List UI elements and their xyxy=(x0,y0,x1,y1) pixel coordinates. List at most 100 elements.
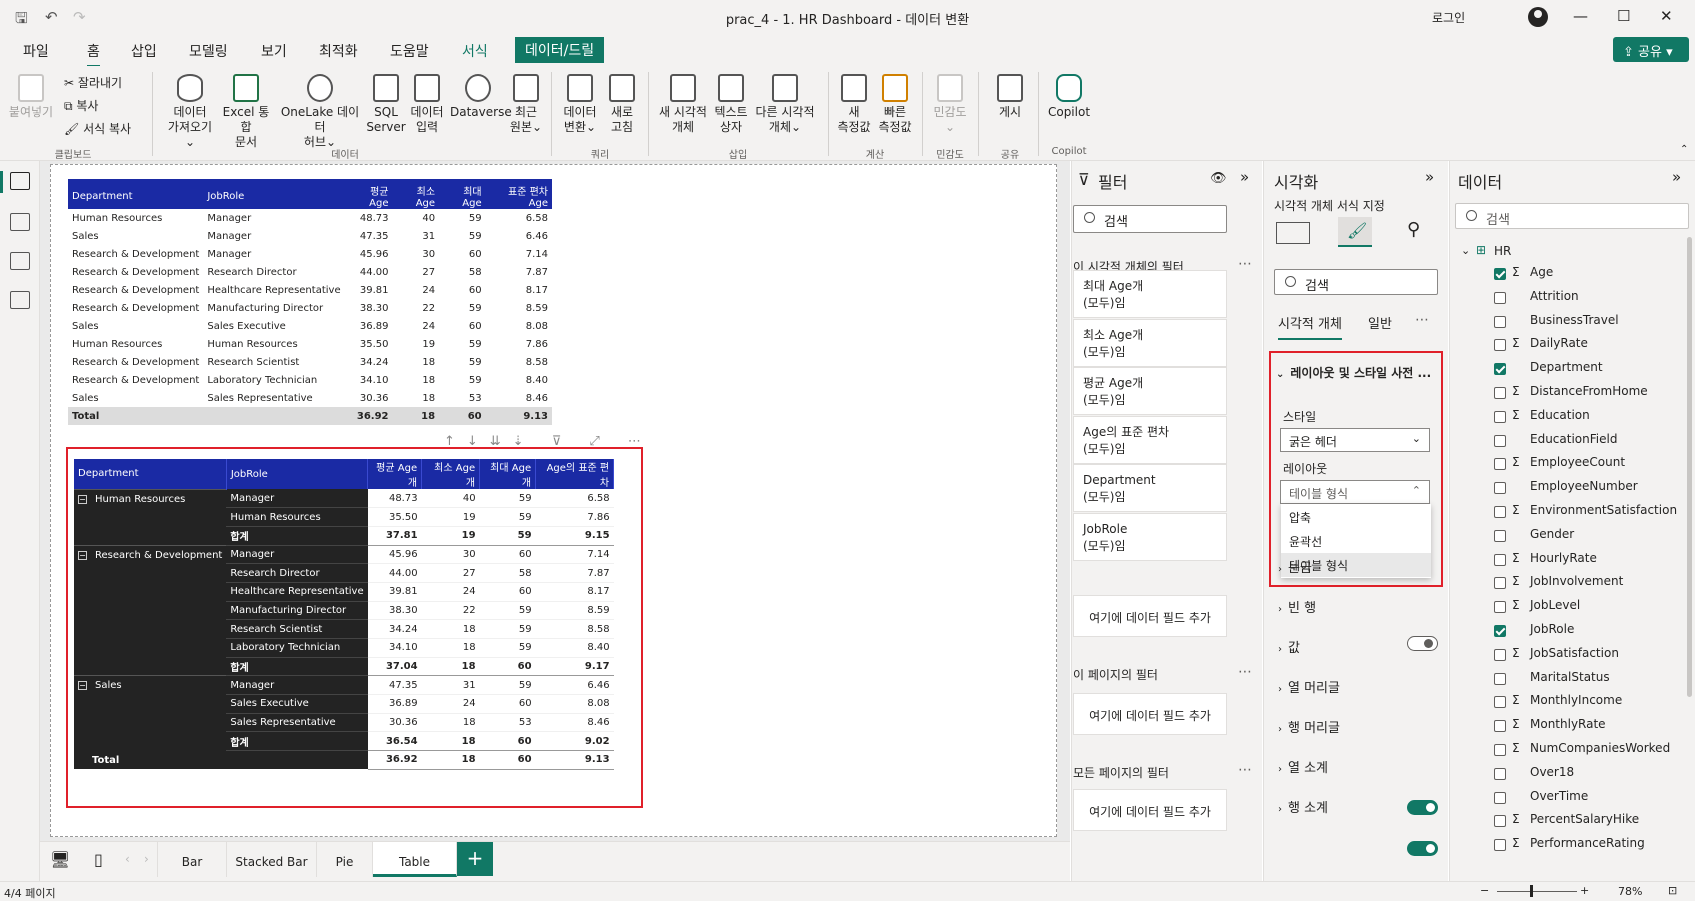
field-checkbox[interactable] xyxy=(1494,291,1506,304)
option-compact[interactable]: 압축 xyxy=(1281,505,1431,529)
field-checkbox[interactable] xyxy=(1494,506,1506,518)
collapse-icon[interactable]: − xyxy=(78,681,87,691)
page-tab-bar[interactable]: Bar xyxy=(157,842,227,877)
tab-format[interactable]: 서식 xyxy=(462,41,488,61)
layout-style-section[interactable]: ⌄ 레이아웃 및 스타일 사전 ... xyxy=(1276,364,1431,381)
row-group-header[interactable]: − Sales xyxy=(74,675,227,751)
column-header[interactable]: JobRole xyxy=(203,183,345,209)
more-visuals-button[interactable]: 다른 시각적 개체⌄ xyxy=(752,74,818,135)
add-page-filter-field[interactable]: 여기에 데이터 필드 추가 xyxy=(1073,693,1227,735)
format-section[interactable]: › 행 머리글 xyxy=(1278,717,1340,736)
maximize-icon[interactable]: ☐ xyxy=(1617,7,1630,25)
field-checkbox[interactable] xyxy=(1494,410,1506,423)
more-options-icon[interactable]: ⋯ xyxy=(1238,762,1252,778)
field-checkbox[interactable] xyxy=(1494,601,1506,614)
share-button[interactable]: ⇪ 공유 ▾ xyxy=(1613,37,1689,62)
format-section[interactable]: › 빈 행 xyxy=(1278,597,1316,616)
field-checkbox[interactable] xyxy=(1494,577,1506,590)
format-visual-icon[interactable]: 🖌 xyxy=(1338,217,1372,247)
paste-button[interactable]: 붙여넣기 xyxy=(8,74,54,120)
matrix-visual[interactable]: Department JobRole 평균 Age개 최소 Age개 최대 Age개 Ag… xyxy=(74,459,615,770)
tab-optimize[interactable]: 최적화 xyxy=(319,41,358,61)
collapse-filters-icon[interactable]: » xyxy=(1240,168,1249,186)
tab-modeling[interactable]: 모델링 xyxy=(189,41,228,61)
zoom-out-icon[interactable]: − xyxy=(1480,884,1489,897)
recent-sources-button[interactable]: 최근 원본⌄ xyxy=(506,74,546,135)
format-painter-button[interactable]: 🖌 서식 복사 xyxy=(64,120,131,137)
fit-page-icon[interactable]: ⊡ xyxy=(1668,884,1677,897)
format-section[interactable]: › 행 소계 xyxy=(1278,797,1328,816)
enter-data-button[interactable]: 데이터 입력 xyxy=(407,74,447,135)
minimize-icon[interactable]: — xyxy=(1573,7,1588,25)
collapse-icon[interactable]: − xyxy=(78,550,87,560)
field-checkbox[interactable] xyxy=(1494,648,1506,661)
add-visual-filter-field[interactable]: 여기에 데이터 필드 추가 xyxy=(1073,595,1227,637)
style-dropdown[interactable]: 굵은 헤더 ⌄ xyxy=(1280,428,1430,452)
quick-measure-button[interactable]: 빠른 측정값 xyxy=(875,74,915,135)
textbox-button[interactable]: 텍스트 상자 xyxy=(711,74,751,135)
collapse-icon[interactable]: − xyxy=(78,494,87,504)
login-link[interactable]: 로그인 xyxy=(1432,9,1465,26)
field-checkbox[interactable] xyxy=(1494,482,1506,495)
blank-rows-toggle[interactable] xyxy=(1407,636,1438,651)
column-header[interactable]: Age의 표준 편차 xyxy=(535,459,615,489)
filter-card[interactable]: 최대 Age개 (모두)임 xyxy=(1073,270,1227,318)
field-checkbox[interactable] xyxy=(1494,696,1506,709)
column-header[interactable]: 최소 Age개 xyxy=(421,459,481,489)
more-options-icon[interactable]: ⋯ xyxy=(1238,256,1252,272)
format-section[interactable]: › 열 소계 xyxy=(1278,757,1328,776)
get-data-button[interactable]: 데이터 가져오기⌄ xyxy=(165,74,215,150)
more-options-icon[interactable]: ⋯ xyxy=(1415,312,1429,328)
tab-home[interactable]: 홈 xyxy=(87,41,100,68)
collapse-viz-icon[interactable]: » xyxy=(1425,168,1434,186)
zoom-in-icon[interactable]: + xyxy=(1580,884,1589,897)
field-checkbox[interactable] xyxy=(1494,720,1506,733)
column-subtotals-toggle[interactable] xyxy=(1407,800,1438,815)
refresh-button[interactable]: 새로 고침 xyxy=(604,74,640,135)
filter-card[interactable]: Age의 표준 편차 (모두)임 xyxy=(1073,415,1227,464)
tab-file[interactable]: 파일 xyxy=(23,41,49,61)
column-header[interactable]: Department xyxy=(68,183,204,209)
column-header[interactable]: 최소 Age xyxy=(392,183,440,209)
field-checkbox[interactable] xyxy=(1494,315,1506,328)
tab-view[interactable]: 보기 xyxy=(261,41,287,61)
build-visual-icon[interactable] xyxy=(1276,222,1310,244)
zoom-slider[interactable] xyxy=(1497,891,1577,892)
filter-card[interactable]: JobRole (모두)임 xyxy=(1073,512,1227,561)
column-header[interactable]: Department xyxy=(74,459,227,489)
report-view-icon[interactable] xyxy=(10,172,30,190)
format-section[interactable]: › 값 xyxy=(1278,637,1300,656)
column-header[interactable]: 최대 Age xyxy=(439,183,486,209)
field-checkbox[interactable] xyxy=(1494,767,1506,780)
new-visual-button[interactable]: 새 시각적 개체 xyxy=(654,74,712,135)
field-checkbox[interactable] xyxy=(1494,625,1506,637)
prev-page-icon[interactable]: ‹ xyxy=(125,852,130,866)
tab-visual[interactable]: 시각적 개체 xyxy=(1278,313,1342,340)
row-subtotals-toggle[interactable] xyxy=(1407,841,1438,856)
field-checkbox[interactable] xyxy=(1494,458,1506,471)
option-outline[interactable]: 윤곽선 xyxy=(1281,529,1431,553)
new-measure-button[interactable]: 새 측정값 xyxy=(834,74,874,135)
field-checkbox[interactable] xyxy=(1494,791,1506,804)
filter-card[interactable]: 최소 Age개 (모두)임 xyxy=(1073,318,1227,367)
filters-search-input[interactable]: 검색 xyxy=(1073,205,1227,233)
viz-search-input[interactable]: 검색 xyxy=(1274,269,1438,295)
field-checkbox[interactable] xyxy=(1494,363,1506,376)
desktop-layout-icon[interactable]: 🖥 xyxy=(50,850,70,869)
format-section[interactable]: › 눈금 xyxy=(1278,557,1312,576)
analytics-icon[interactable]: ⚲ xyxy=(1407,219,1420,240)
field-checkbox[interactable] xyxy=(1494,434,1506,447)
data-scrollbar[interactable] xyxy=(1687,237,1692,697)
add-page-button[interactable]: + xyxy=(457,842,493,876)
page-tab-table[interactable]: Table xyxy=(373,842,457,877)
collapse-ribbon-icon[interactable]: ⌃ xyxy=(1680,144,1688,155)
table-visual-1[interactable]: Department JobRole 평균 Age 최소 Age 최대 Age 표준 편차… xyxy=(68,183,552,425)
column-header[interactable]: JobRole xyxy=(226,459,369,489)
row-group-header[interactable]: − Human Resources xyxy=(74,488,227,546)
eye-icon[interactable]: 👁 xyxy=(1210,171,1227,186)
field-checkbox[interactable] xyxy=(1494,672,1506,685)
tab-general[interactable]: 일반 xyxy=(1368,313,1392,332)
column-header[interactable]: 평균 Age개 xyxy=(367,459,423,489)
mobile-layout-icon[interactable]: ▯ xyxy=(94,850,103,869)
more-options-icon[interactable]: ⋯ xyxy=(1238,664,1252,680)
